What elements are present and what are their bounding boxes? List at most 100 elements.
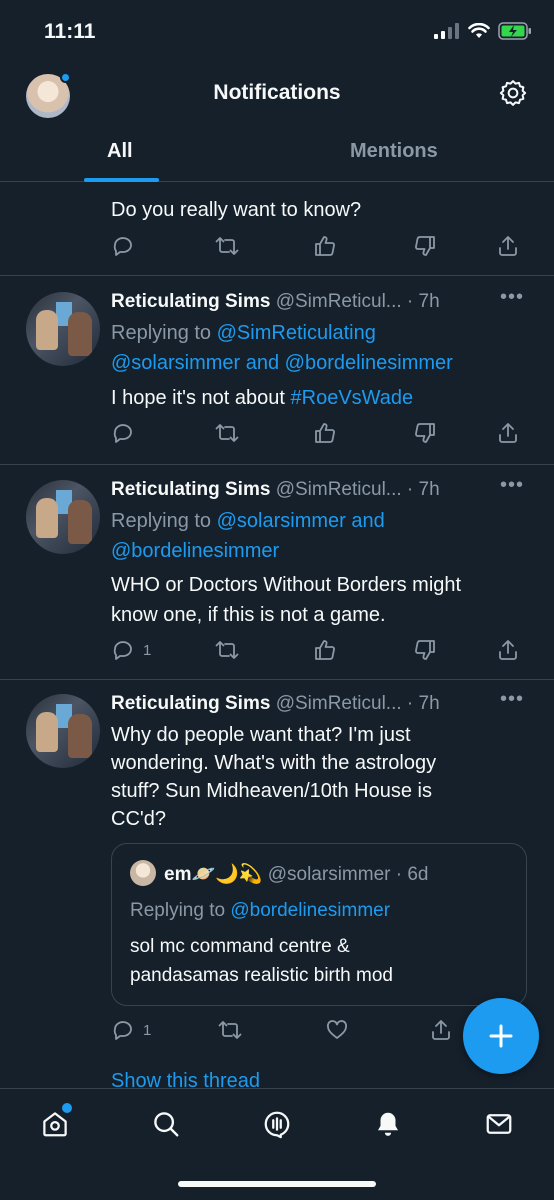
reply-button[interactable] [111,234,135,258]
reply-count: 1 [143,641,152,659]
retweet-button[interactable] [214,234,240,258]
downvote-button[interactable] [413,234,437,258]
signal-icon [434,23,460,39]
status-time: 11:11 [44,20,96,43]
author-name[interactable]: Reticulating Sims [111,291,270,312]
tweet-text: I hope it's not about #RoeVsWade [111,387,413,410]
tweet-header: Reticulating Sims @SimReticul... · 7h [111,693,440,715]
like-button[interactable] [325,1018,349,1042]
upvote-button[interactable] [313,421,337,445]
retweet-button[interactable] [214,638,240,662]
hashtag-link[interactable]: #RoeVsWade [291,387,414,409]
active-tab-indicator [84,178,159,182]
share-button[interactable] [496,638,520,662]
tweet-text-body: I hope it's not about [111,387,285,409]
page-title: Notifications [213,81,341,104]
heart-icon [325,1018,349,1042]
plus-icon [487,1022,515,1050]
nav-messages[interactable] [482,1107,516,1141]
reply-button[interactable]: 1 [111,1018,151,1042]
upvote-button[interactable] [313,638,337,662]
share-icon [496,421,520,445]
bell-icon [373,1109,403,1139]
reply-button[interactable] [111,421,135,445]
reply-icon [111,234,135,258]
status-icons [434,22,532,40]
avatar[interactable] [26,292,100,366]
thumbs-down-icon [413,421,437,445]
more-options-button[interactable]: ••• [500,286,524,309]
tweet-time: · 7h [406,479,440,500]
search-icon [151,1109,181,1139]
tab-all[interactable]: All [107,140,133,163]
mention-link[interactable]: @solarsimmer and @bordelinesimmer [111,352,453,375]
reply-prefix: Replying to [130,900,226,921]
quoted-avatar [130,860,156,886]
home-indicator [178,1181,376,1187]
status-bar: 11:11 [0,0,554,66]
tweet-actions: 1 [111,638,531,664]
avatar[interactable] [26,480,100,554]
share-button[interactable] [496,234,520,258]
quoted-header: em🪐🌙💫 @solarsimmer · 6d [164,862,429,886]
thumbs-up-icon [313,421,337,445]
quoted-text: sol mc command centre & [130,936,350,957]
nav-search[interactable] [149,1107,183,1141]
upvote-button[interactable] [313,234,337,258]
tab-mentions[interactable]: Mentions [350,140,438,163]
nav-spaces[interactable] [260,1107,294,1141]
quoted-tweet[interactable]: em🪐🌙💫 @solarsimmer · 6d Replying to @bor… [111,843,527,1006]
share-button[interactable] [429,1018,453,1042]
mail-icon [484,1109,514,1139]
reply-icon [111,421,135,445]
retweet-button[interactable] [217,1018,243,1042]
retweet-icon [214,638,240,662]
author-name[interactable]: Reticulating Sims [111,693,270,714]
author-handle: @SimReticul... [275,291,402,312]
nav-notifications[interactable] [371,1107,405,1141]
tweet[interactable]: Reticulating Sims @SimReticul... · 7h ••… [0,276,554,465]
more-options-button[interactable]: ••• [500,474,524,497]
more-options-button[interactable]: ••• [500,688,524,711]
mention-link[interactable]: @bordelinesimmer [111,540,279,563]
avatar[interactable] [26,694,100,768]
tweet-header: Reticulating Sims @SimReticul... · 7h [111,479,440,501]
tweet-text: stuff? Sun Midheaven/10th House is [111,780,432,802]
wifi-icon [468,23,490,39]
retweet-icon [214,234,240,258]
mention-link[interactable]: @SimReticulating [217,322,376,344]
author-name[interactable]: Reticulating Sims [111,479,270,500]
tweet-text: Why do people want that? I'm just [111,724,411,746]
reply-count: 1 [143,1021,152,1039]
tweet-partial[interactable]: Do you really want to know? [0,182,554,276]
downvote-button[interactable] [413,638,437,662]
tweet-time: · 7h [406,291,440,312]
tweet-text: Do you really want to know? [111,199,362,221]
tweet-header: Reticulating Sims @SimReticul... · 7h [111,291,440,313]
mention-link[interactable]: @bordelinesimmer [230,900,390,921]
tweet[interactable]: Reticulating Sims @SimReticul... · 7h ••… [0,465,554,680]
reply-prefix: Replying to [111,510,212,532]
mention-link[interactable]: @solarsimmer and [217,510,385,532]
downvote-button[interactable] [413,421,437,445]
quoted-author-handle: @solarsimmer [267,864,391,885]
retweet-button[interactable] [214,421,240,445]
home-unread-dot [62,1103,72,1113]
compose-button[interactable] [463,998,539,1074]
spaces-icon [262,1109,292,1139]
share-icon [496,234,520,258]
tweet-actions [111,234,531,260]
retweet-icon [217,1018,243,1042]
quoted-text: pandasamas realistic birth mod [130,965,393,986]
reply-button[interactable]: 1 [111,638,151,662]
reply-icon [111,1018,135,1042]
settings-button[interactable] [498,78,528,108]
thumbs-down-icon [413,638,437,662]
home-icon [40,1109,70,1139]
gear-icon [498,78,528,108]
tweet-time: · 7h [406,693,440,714]
reply-context: Replying to @SimReticulating [111,322,376,345]
share-button[interactable] [496,421,520,445]
thumbs-up-icon [313,638,337,662]
battery-charging-icon [498,22,532,40]
